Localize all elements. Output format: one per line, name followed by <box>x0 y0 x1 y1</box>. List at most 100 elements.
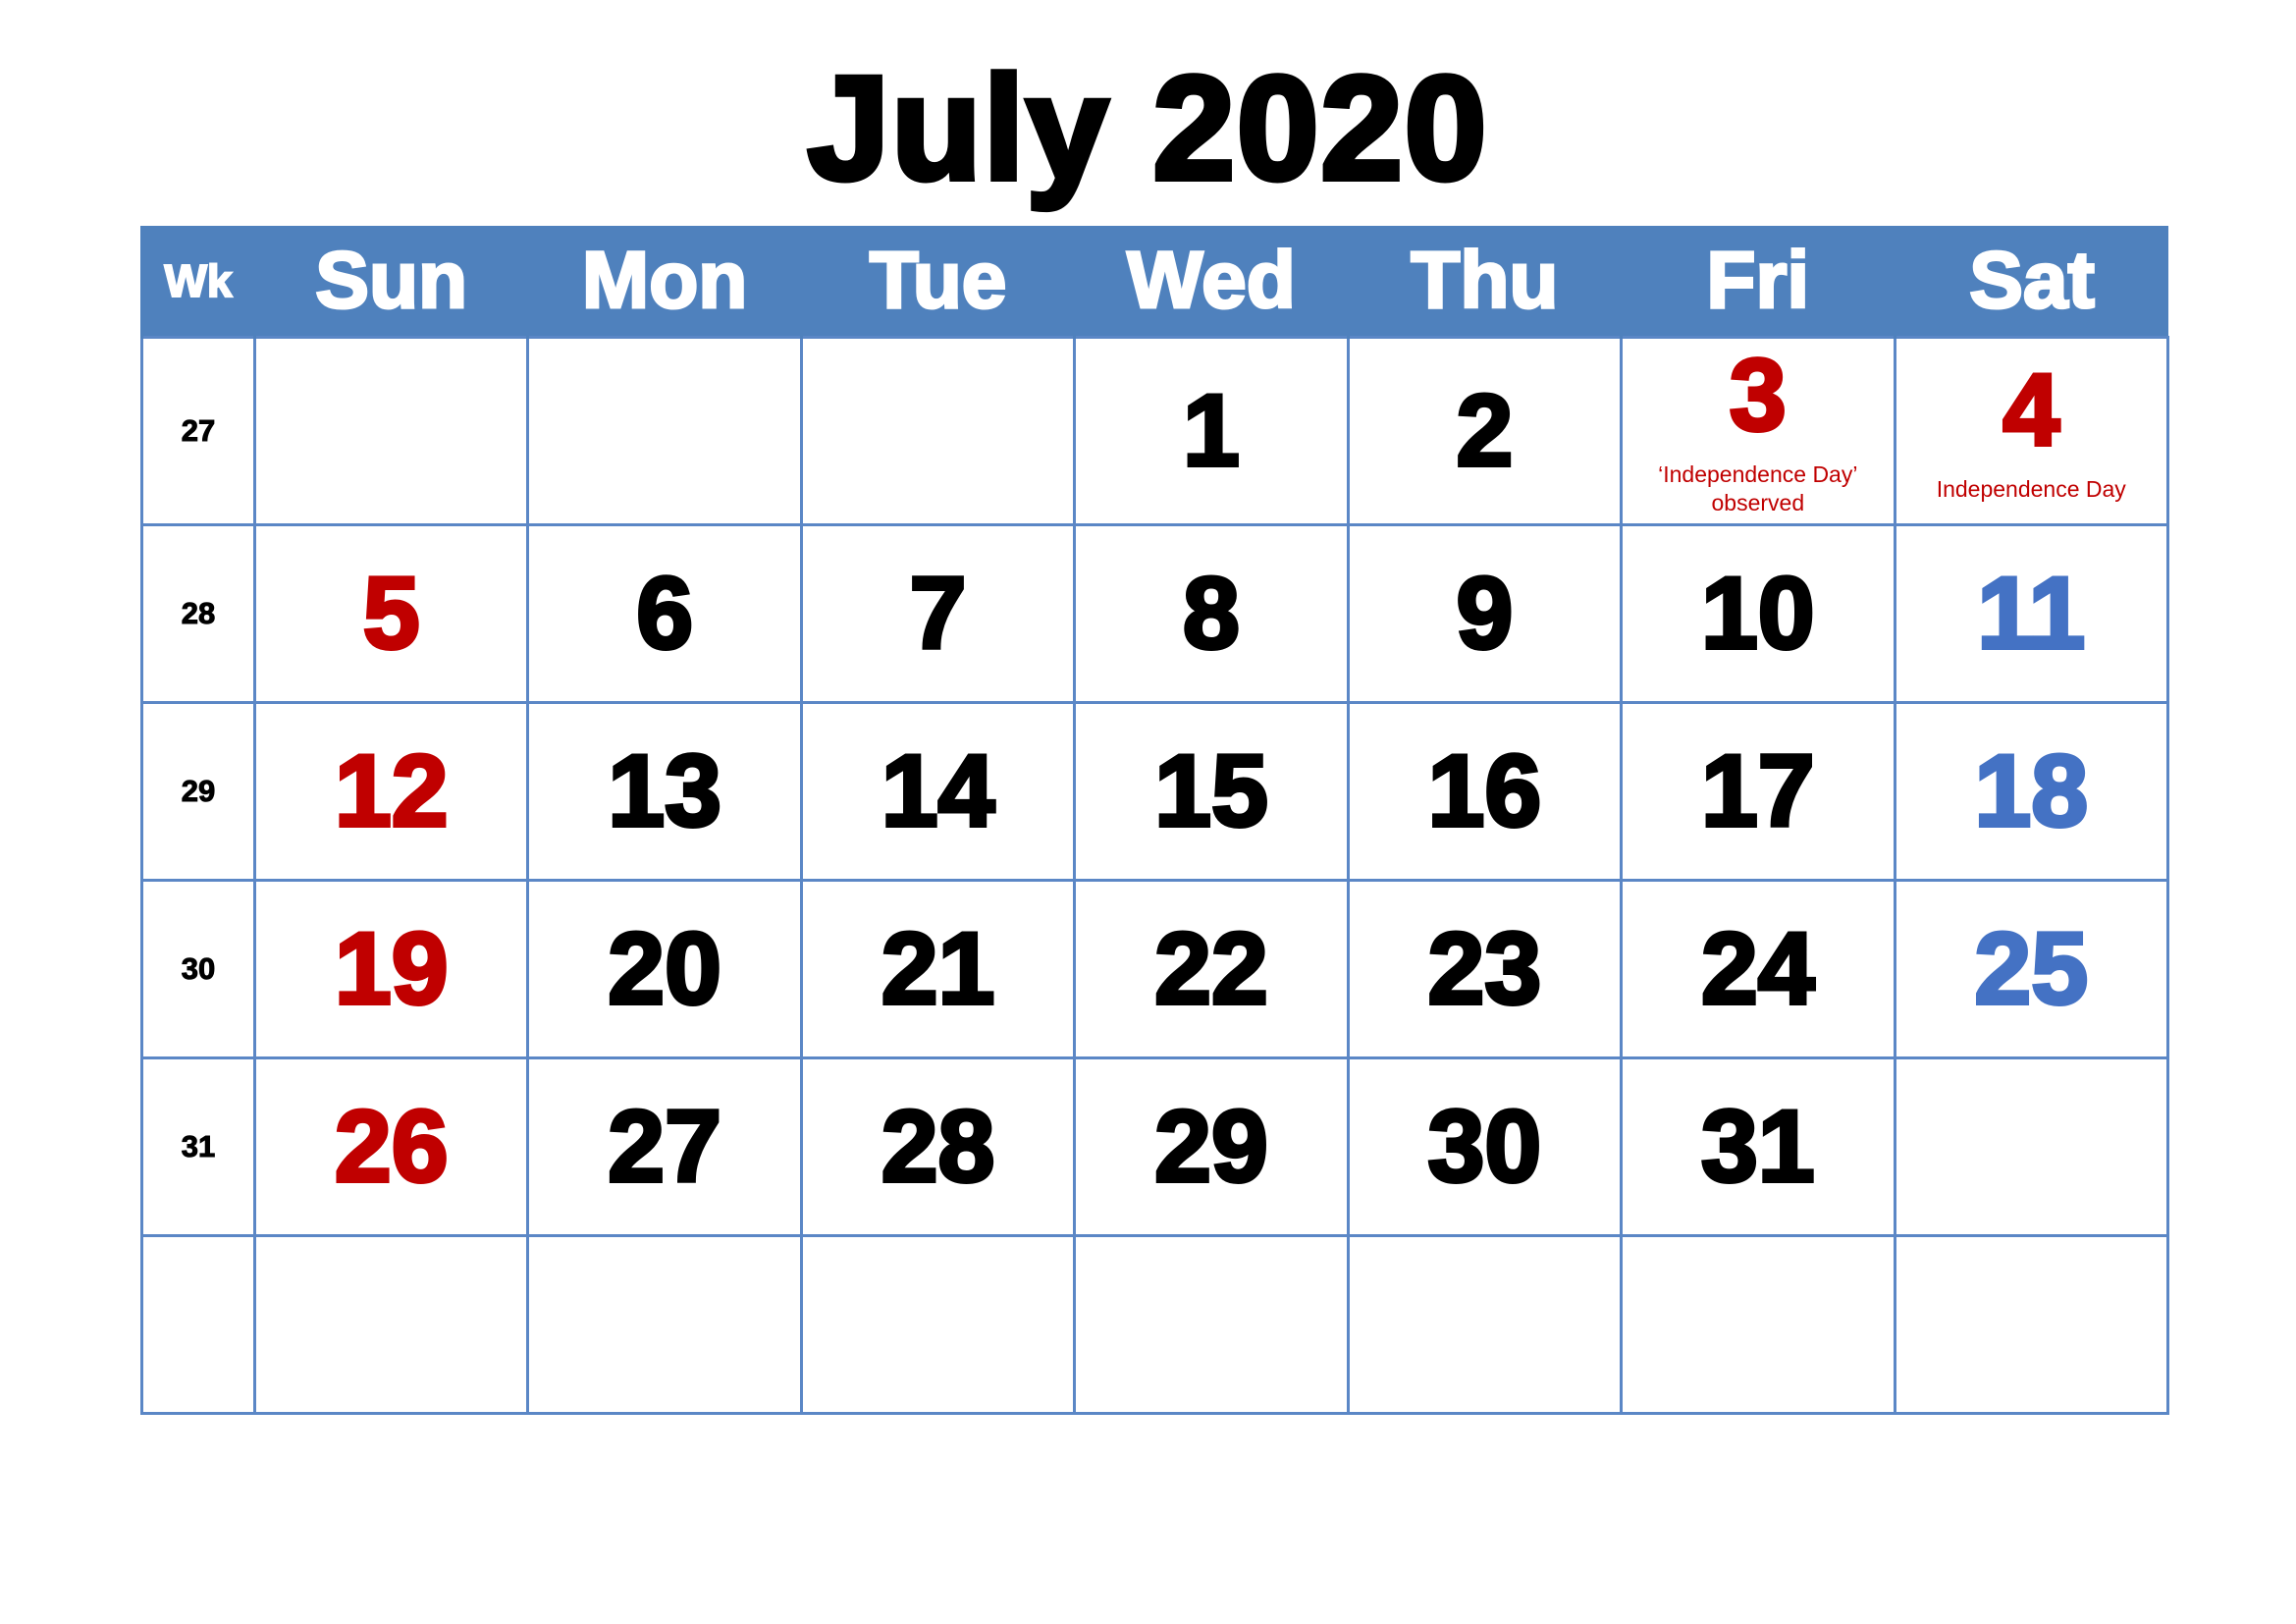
day-cell[interactable]: 27 <box>526 1056 803 1237</box>
weekday-header-sat: Sat <box>1893 226 2168 338</box>
day-cell[interactable]: 1 <box>1073 336 1350 526</box>
day-number: 2 <box>1454 374 1515 488</box>
day-number: 27 <box>606 1090 723 1204</box>
week-number-header: Wk <box>140 226 255 338</box>
day-number: 26 <box>333 1090 451 1204</box>
day-cell[interactable]: 3 ‘Independence Day’ observed <box>1620 336 1896 526</box>
week-number: 31 <box>181 1129 216 1164</box>
day-cell[interactable]: 4 Independence Day <box>1893 336 2170 526</box>
day-number: 17 <box>1699 734 1817 848</box>
weekday-header-fri: Fri <box>1620 226 1896 338</box>
day-cell[interactable]: 9 <box>1346 523 1624 704</box>
day-number: 4 <box>2001 352 2061 467</box>
day-number: 16 <box>1426 734 1544 848</box>
week-number-cell: 29 <box>140 701 256 882</box>
day-number: 23 <box>1426 912 1544 1026</box>
empty-day-cell <box>1346 1234 1624 1415</box>
week-number-cell: 27 <box>140 336 256 526</box>
week-number-cell: 31 <box>140 1056 256 1237</box>
empty-day-cell <box>1073 1234 1350 1415</box>
empty-day-cell <box>799 336 1077 526</box>
day-number: 5 <box>361 557 422 671</box>
day-cell[interactable]: 25 <box>1893 879 2170 1059</box>
day-cell[interactable]: 8 <box>1073 523 1350 704</box>
day-number: 6 <box>634 557 695 671</box>
week-number-cell: 30 <box>140 879 256 1059</box>
holiday-label: ‘Independence Day’ observed <box>1658 461 1858 515</box>
day-number: 10 <box>1699 557 1817 671</box>
weekday-header-row: Wk Sun Mon Tue Wed Thu Fri Sat <box>140 226 2168 338</box>
day-number: 1 <box>1181 374 1242 488</box>
day-number: 7 <box>908 557 969 671</box>
week-number: 28 <box>181 596 216 631</box>
empty-day-cell <box>252 1234 530 1415</box>
week-row: 27 1 2 3 ‘Independence Day’ observed 4 Indepen… <box>140 336 2170 526</box>
day-number: 12 <box>333 734 451 848</box>
day-cell[interactable]: 22 <box>1073 879 1350 1059</box>
week-row: 29 12 13 14 15 16 17 18 <box>140 701 2170 882</box>
day-number: 29 <box>1152 1090 1270 1204</box>
week-number: 27 <box>181 413 216 449</box>
day-cell[interactable]: 16 <box>1346 701 1624 882</box>
empty-day-cell <box>799 1234 1077 1415</box>
day-cell[interactable]: 29 <box>1073 1056 1350 1237</box>
calendar-grid: Wk Sun Mon Tue Wed Thu Fri Sat 27 1 2 3 ‘Independen… <box>140 226 2170 1415</box>
day-cell[interactable]: 7 <box>799 523 1077 704</box>
empty-day-cell <box>1620 1234 1896 1415</box>
day-number: 15 <box>1152 734 1270 848</box>
day-cell[interactable]: 23 <box>1346 879 1624 1059</box>
day-cell[interactable]: 21 <box>799 879 1077 1059</box>
day-number: 30 <box>1426 1090 1544 1204</box>
day-cell[interactable]: 5 <box>252 523 530 704</box>
day-cell[interactable]: 14 <box>799 701 1077 882</box>
holiday-label: Independence Day <box>1936 475 2126 502</box>
day-number: 25 <box>1972 912 2090 1026</box>
day-number: 3 <box>1728 339 1789 454</box>
empty-day-cell <box>526 1234 803 1415</box>
day-number: 21 <box>880 912 997 1026</box>
day-number: 24 <box>1699 912 1817 1026</box>
day-cell[interactable]: 24 <box>1620 879 1896 1059</box>
day-cell[interactable]: 10 <box>1620 523 1896 704</box>
week-number-cell <box>140 1234 256 1415</box>
day-cell[interactable]: 19 <box>252 879 530 1059</box>
week-number: 29 <box>181 774 216 809</box>
empty-day-cell <box>526 336 803 526</box>
week-row: 30 19 20 21 22 23 24 25 <box>140 879 2170 1059</box>
day-number: 9 <box>1454 557 1515 671</box>
week-number-cell: 28 <box>140 523 256 704</box>
day-cell[interactable]: 28 <box>799 1056 1077 1237</box>
day-number: 18 <box>1972 734 2090 848</box>
day-cell[interactable]: 11 <box>1893 523 2170 704</box>
day-number: 28 <box>880 1090 997 1204</box>
weekday-header-mon: Mon <box>526 226 802 338</box>
day-cell[interactable]: 26 <box>252 1056 530 1237</box>
day-number: 11 <box>1975 557 2087 671</box>
week-row: 31 26 27 28 29 30 31 <box>140 1056 2170 1237</box>
day-cell[interactable]: 20 <box>526 879 803 1059</box>
day-cell[interactable]: 2 <box>1346 336 1624 526</box>
week-row <box>140 1234 2170 1415</box>
day-number: 20 <box>606 912 723 1026</box>
empty-day-cell <box>1893 1234 2170 1415</box>
day-number: 22 <box>1152 912 1270 1026</box>
day-cell[interactable]: 13 <box>526 701 803 882</box>
day-number: 14 <box>880 734 997 848</box>
day-number: 8 <box>1181 557 1242 671</box>
weekday-header-sun: Sun <box>252 226 528 338</box>
day-cell[interactable]: 12 <box>252 701 530 882</box>
day-number: 13 <box>606 734 723 848</box>
day-cell[interactable]: 15 <box>1073 701 1350 882</box>
week-row: 28 5 6 7 8 9 10 11 <box>140 523 2170 704</box>
day-cell[interactable]: 18 <box>1893 701 2170 882</box>
day-cell[interactable]: 31 <box>1620 1056 1896 1237</box>
week-number: 30 <box>181 951 216 987</box>
empty-day-cell <box>252 336 530 526</box>
day-number: 19 <box>333 912 451 1026</box>
calendar-title: July 2020 <box>805 42 1490 213</box>
weekday-header-tue: Tue <box>799 226 1075 338</box>
empty-day-cell <box>1893 1056 2170 1237</box>
day-cell[interactable]: 17 <box>1620 701 1896 882</box>
day-cell[interactable]: 6 <box>526 523 803 704</box>
day-cell[interactable]: 30 <box>1346 1056 1624 1237</box>
